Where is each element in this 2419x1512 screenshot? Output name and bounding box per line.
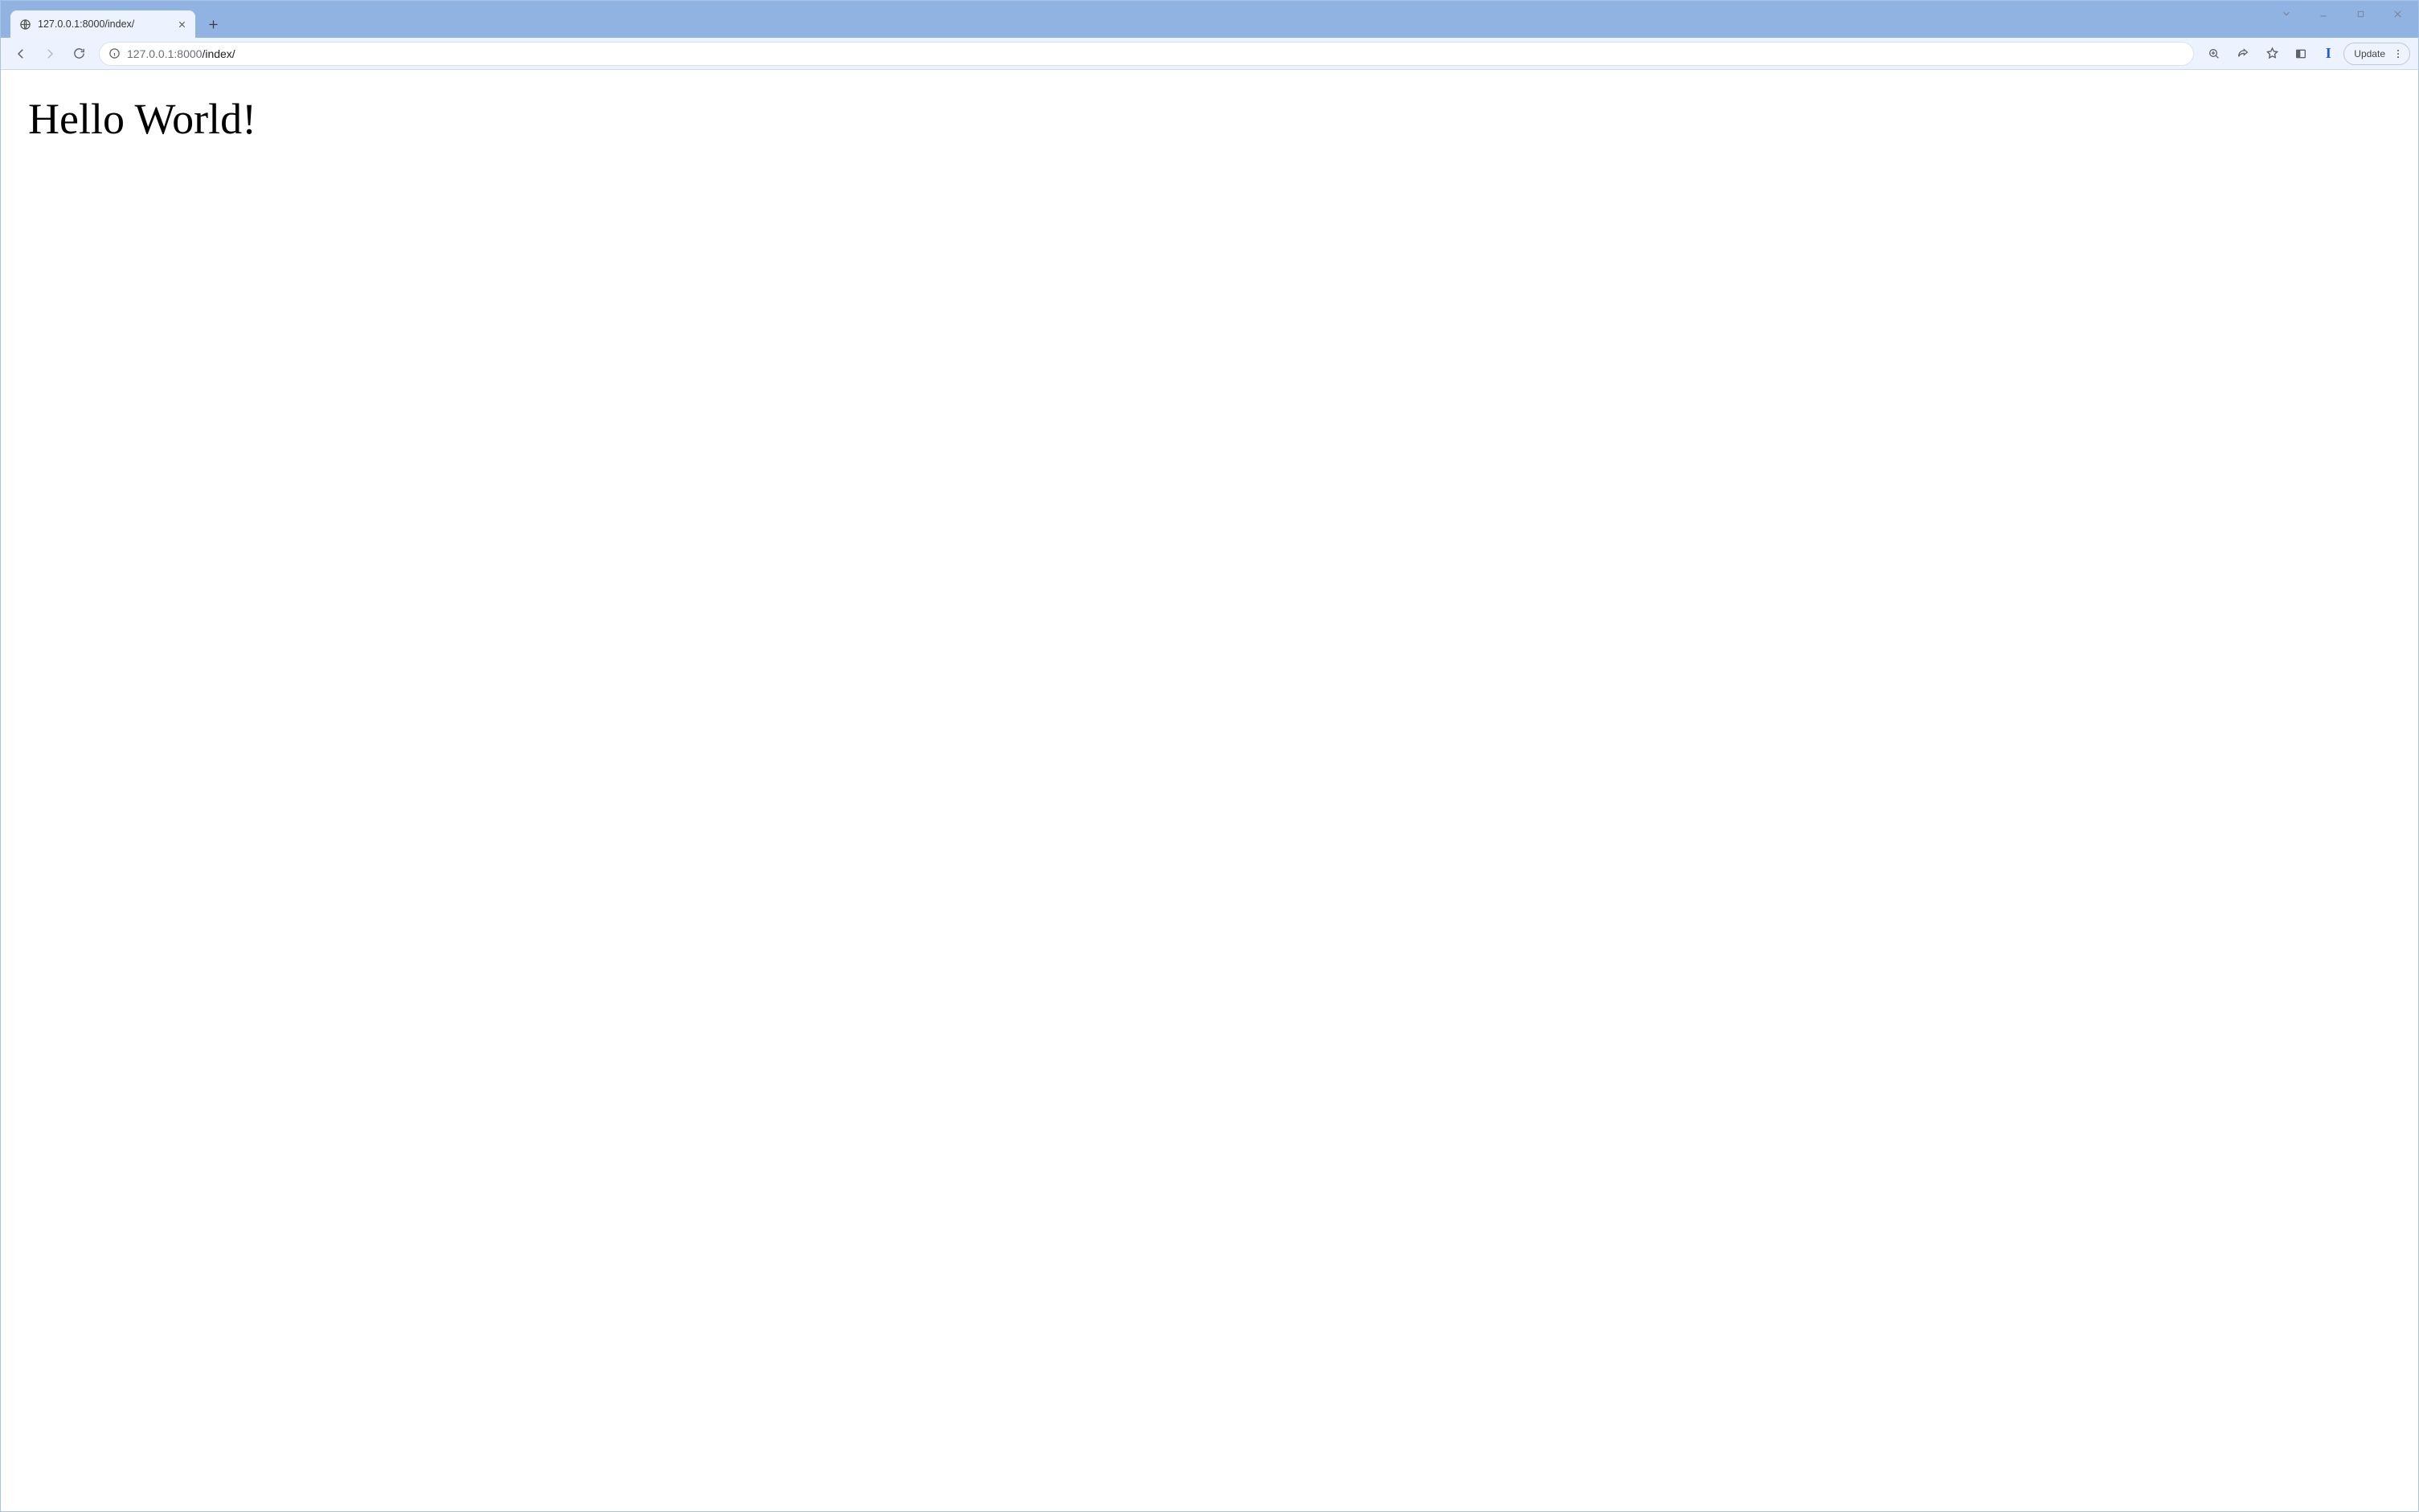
window-minimize-button[interactable] (2306, 2, 2341, 25)
share-icon[interactable] (2231, 42, 2255, 66)
bookmark-icon[interactable] (2260, 42, 2284, 66)
url-text: 127.0.0.1:8000/index/ (127, 47, 2185, 60)
forward-button[interactable] (38, 42, 62, 66)
tab-close-button[interactable] (174, 17, 189, 31)
window-controls (2269, 2, 2415, 25)
tab-title: 127.0.0.1:8000/index/ (38, 18, 168, 30)
browser-window: 127.0.0.1:8000/index/ (0, 0, 2419, 1512)
page-viewport: Hello World! (1, 70, 2418, 1511)
address-bar[interactable]: 127.0.0.1:8000/index/ (99, 42, 2194, 66)
extension-glyph: I (2326, 45, 2331, 62)
site-info-icon[interactable] (108, 47, 121, 60)
url-path: /index/ (202, 47, 235, 60)
toolbar-right: I Update (2202, 42, 2410, 66)
toolbar: 127.0.0.1:8000/index/ (1, 38, 2418, 70)
reload-button[interactable] (67, 42, 91, 66)
tabs-dropdown-button[interactable] (2269, 2, 2304, 25)
back-button[interactable] (9, 42, 33, 66)
page-heading: Hello World! (28, 94, 2391, 144)
update-button[interactable]: Update (2343, 43, 2410, 65)
new-tab-button[interactable] (202, 13, 224, 35)
url-host: 127.0.0.1 (127, 47, 174, 60)
tab-strip: 127.0.0.1:8000/index/ (1, 1, 2418, 38)
window-close-button[interactable] (2380, 2, 2415, 25)
url-port: :8000 (174, 47, 202, 60)
side-panel-icon[interactable] (2289, 42, 2313, 66)
window-maximize-button[interactable] (2343, 2, 2378, 25)
zoom-icon[interactable] (2202, 42, 2226, 66)
globe-icon (18, 18, 31, 31)
menu-icon[interactable] (2392, 48, 2405, 59)
browser-tab[interactable]: 127.0.0.1:8000/index/ (10, 10, 195, 38)
update-label: Update (2354, 48, 2385, 59)
extension-icon[interactable]: I (2318, 43, 2339, 64)
